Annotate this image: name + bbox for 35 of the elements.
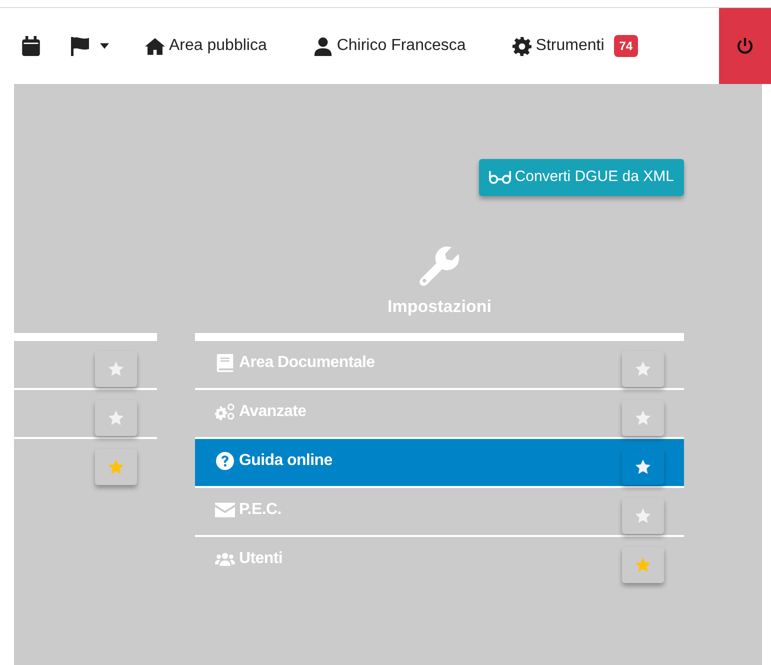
favorite-button[interactable]: [95, 350, 137, 386]
calendar-icon: [22, 36, 40, 56]
star-icon: [634, 409, 652, 427]
star-icon: [107, 458, 125, 476]
language-dropdown[interactable]: [70, 36, 109, 56]
favorite-button[interactable]: [622, 449, 664, 485]
users-icon: [215, 550, 235, 568]
star-icon: [107, 408, 125, 426]
menu-label: Guida online: [239, 451, 332, 471]
gears-icon: [215, 403, 235, 421]
question-icon: [215, 452, 235, 470]
caret-icon: [100, 43, 109, 49]
gear-icon: [512, 36, 532, 56]
star-icon: [634, 458, 652, 476]
wrench-icon: [418, 244, 462, 288]
envelope-icon: [215, 501, 235, 519]
favorite-button[interactable]: [95, 400, 137, 436]
star-icon: [107, 360, 125, 378]
convert-button[interactable]: Converti DGUE da XML: [478, 159, 684, 196]
public-area-link[interactable]: Area pubblica: [145, 34, 267, 58]
user-icon: [312, 36, 333, 56]
star-icon: [634, 556, 652, 574]
user-link[interactable]: Chirico Francesca: [312, 34, 466, 58]
glasses-icon: [488, 170, 511, 184]
power-icon: [736, 37, 754, 55]
home-icon: [145, 36, 165, 56]
flag-icon: [70, 36, 90, 56]
calendar-link[interactable]: [22, 36, 40, 56]
book-icon: [215, 354, 235, 372]
star-icon: [634, 507, 652, 525]
logout-button[interactable]: [719, 8, 771, 84]
count-badge: 74: [614, 35, 638, 57]
star-icon: [634, 360, 652, 378]
tools-link[interactable]: Strumenti 74: [512, 34, 638, 58]
menu-row[interactable]: Guida online: [195, 439, 684, 488]
